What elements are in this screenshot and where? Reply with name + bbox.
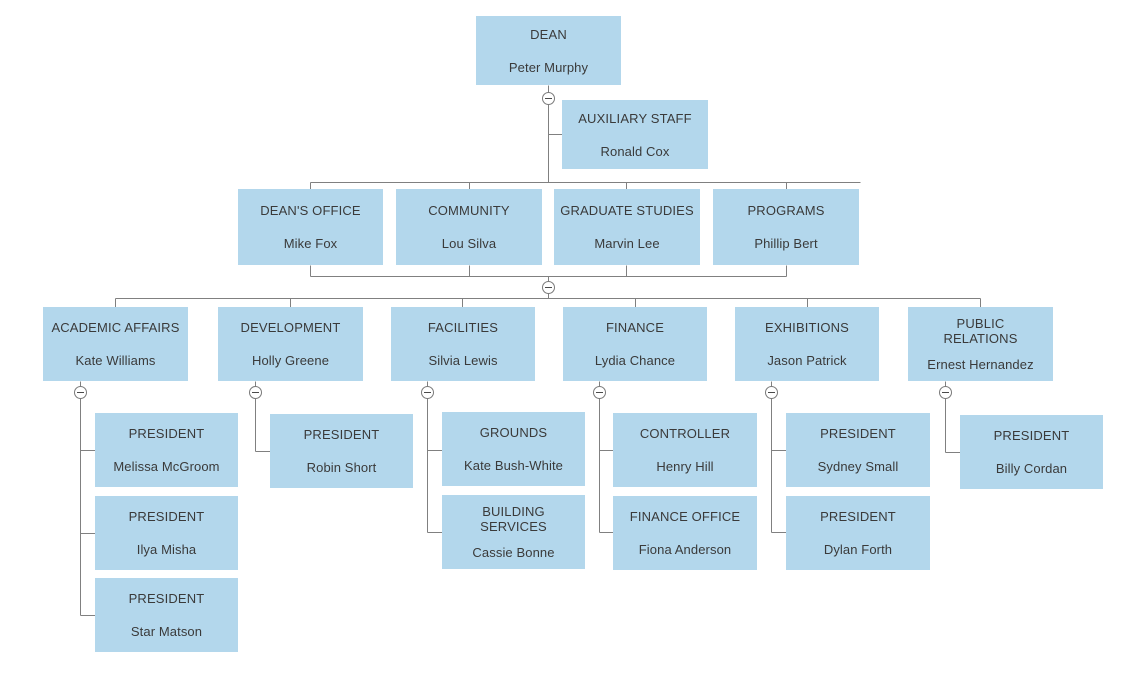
org-chart-canvas: DEAN Peter Murphy AUXILIARY STAFF Ronald… (0, 0, 1133, 680)
node-title: CONTROLLER (639, 426, 731, 441)
org-node-dean[interactable]: DEAN Peter Murphy (476, 16, 621, 85)
node-title: ACADEMIC AFFAIRS (51, 320, 180, 335)
node-title: PRESIDENT (820, 426, 896, 441)
org-node-controller[interactable]: CONTROLLER Henry Hill (613, 413, 757, 487)
node-person-name: Henry Hill (656, 459, 714, 474)
node-title: EXHIBITIONS (765, 320, 849, 335)
node-person-name: Marvin Lee (594, 236, 660, 251)
collapse-toggle-academic-affairs[interactable] (74, 386, 87, 399)
org-node-president-billy-cordan[interactable]: PRESIDENT Billy Cordan (960, 415, 1103, 489)
node-title: FACILITIES (427, 320, 499, 335)
node-person-name: Ilya Misha (136, 542, 197, 557)
node-title: PUBLIC RELATIONS (943, 316, 1018, 346)
node-person-name: Phillip Bert (754, 236, 818, 251)
collapse-toggle-exhibitions[interactable] (765, 386, 778, 399)
node-person-name: Fiona Anderson (638, 542, 732, 557)
org-node-president-robin-short[interactable]: PRESIDENT Robin Short (270, 414, 413, 488)
node-person-name: Ernest Hernandez (927, 357, 1034, 372)
org-node-building-services[interactable]: BUILDING SERVICES Cassie Bonne (442, 495, 585, 569)
org-node-finance-office[interactable]: FINANCE OFFICE Fiona Anderson (613, 496, 757, 570)
node-title: FINANCE OFFICE (629, 509, 741, 524)
node-title: DEAN'S OFFICE (260, 203, 361, 218)
node-person-name: Cassie Bonne (472, 545, 555, 560)
node-title: BUILDING SERVICES (480, 504, 547, 534)
node-title: AUXILIARY STAFF (578, 110, 692, 126)
node-title: GROUNDS (479, 425, 548, 440)
node-person-name: Robin Short (306, 460, 377, 475)
node-title: PRESIDENT (128, 509, 205, 524)
node-person-name: Melissa McGroom (113, 459, 220, 474)
org-node-exhibitions[interactable]: EXHIBITIONS Jason Patrick (735, 307, 879, 381)
node-title: FINANCE (605, 320, 665, 335)
node-person-name: Lou Silva (441, 236, 497, 251)
org-node-finance[interactable]: FINANCE Lydia Chance (563, 307, 707, 381)
org-node-public-relations[interactable]: PUBLIC RELATIONS Ernest Hernandez (908, 307, 1053, 381)
org-node-graduate-studies[interactable]: GRADUATE STUDIES Marvin Lee (554, 189, 700, 265)
org-node-community[interactable]: COMMUNITY Lou Silva (396, 189, 542, 265)
org-node-president-sydney-small[interactable]: PRESIDENT Sydney Small (786, 413, 930, 487)
node-person-name: Kate Williams (75, 353, 156, 368)
node-person-name: Holly Greene (251, 353, 330, 368)
node-title: PRESIDENT (993, 428, 1070, 443)
org-node-president-ilya-misha[interactable]: PRESIDENT Ilya Misha (95, 496, 238, 570)
node-title: GRADUATE STUDIES (560, 203, 694, 218)
collapse-toggle-tier2[interactable] (542, 281, 555, 294)
org-node-president-melissa-mcgroom[interactable]: PRESIDENT Melissa McGroom (95, 413, 238, 487)
org-node-programs[interactable]: PROGRAMS Phillip Bert (713, 189, 859, 265)
org-node-deans-office[interactable]: DEAN'S OFFICE Mike Fox (238, 189, 383, 265)
node-person-name: Ronald Cox (600, 143, 670, 159)
node-person-name: Billy Cordan (995, 461, 1068, 476)
org-node-academic-affairs[interactable]: ACADEMIC AFFAIRS Kate Williams (43, 307, 188, 381)
node-person-name: Dylan Forth (823, 542, 893, 557)
node-person-name: Lydia Chance (594, 353, 676, 368)
node-person-name: Peter Murphy (508, 59, 589, 75)
org-node-president-dylan-forth[interactable]: PRESIDENT Dylan Forth (786, 496, 930, 570)
collapse-toggle-facilities[interactable] (421, 386, 434, 399)
node-title: PRESIDENT (303, 427, 380, 442)
org-node-auxiliary-staff[interactable]: AUXILIARY STAFF Ronald Cox (562, 100, 708, 169)
collapse-toggle-development[interactable] (249, 386, 262, 399)
collapse-toggle-dean[interactable] (542, 92, 555, 105)
node-title: PRESIDENT (820, 509, 896, 524)
node-person-name: Sydney Small (817, 459, 899, 474)
node-title: PROGRAMS (747, 203, 825, 218)
org-node-facilities[interactable]: FACILITIES Silvia Lewis (391, 307, 535, 381)
collapse-toggle-public-relations[interactable] (939, 386, 952, 399)
org-node-development[interactable]: DEVELOPMENT Holly Greene (218, 307, 363, 381)
node-title: COMMUNITY (428, 203, 510, 218)
node-title: DEAN (530, 26, 567, 42)
node-title: PRESIDENT (128, 426, 205, 441)
collapse-toggle-finance[interactable] (593, 386, 606, 399)
node-title: DEVELOPMENT (240, 320, 341, 335)
node-person-name: Jason Patrick (767, 353, 847, 368)
node-person-name: Silvia Lewis (428, 353, 498, 368)
org-node-president-star-matson[interactable]: PRESIDENT Star Matson (95, 578, 238, 652)
node-person-name: Kate Bush-White (463, 458, 564, 473)
node-person-name: Star Matson (130, 624, 203, 639)
org-node-grounds[interactable]: GROUNDS Kate Bush-White (442, 412, 585, 486)
node-title: PRESIDENT (128, 591, 205, 606)
node-person-name: Mike Fox (283, 236, 338, 251)
